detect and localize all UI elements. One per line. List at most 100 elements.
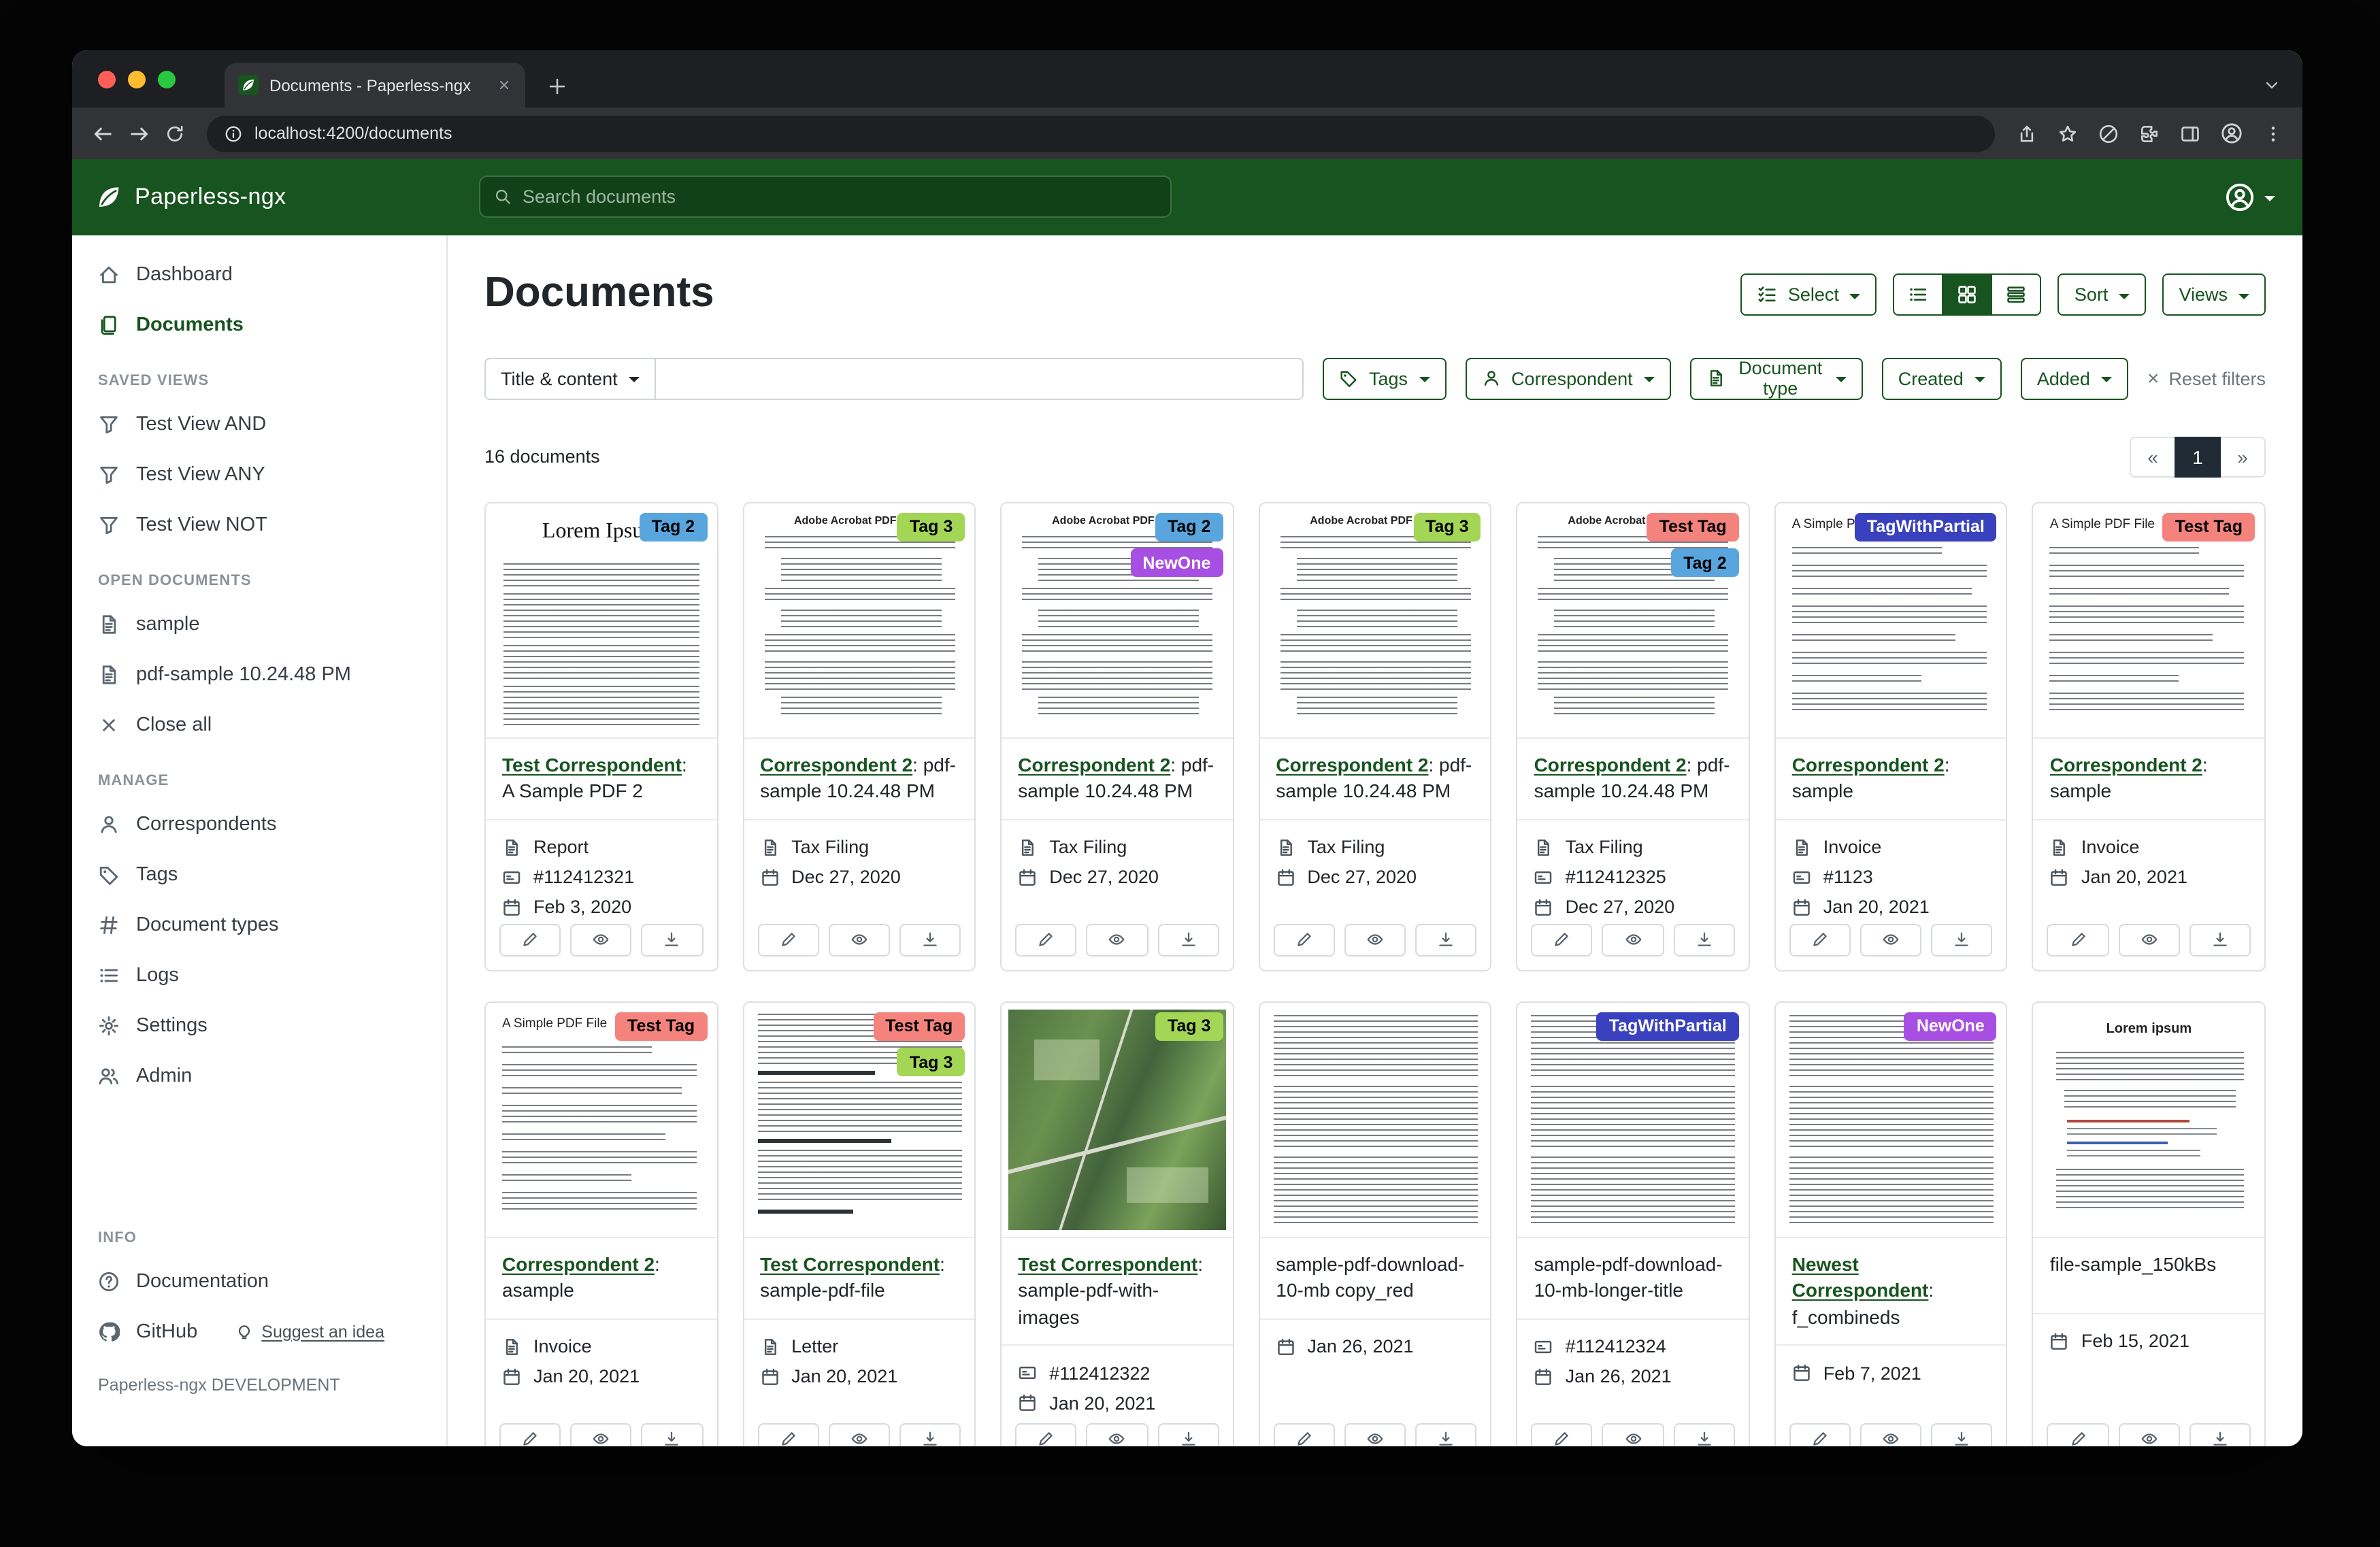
window-zoom-button[interactable] bbox=[158, 71, 176, 88]
sidebar-item-test-view-and[interactable]: Test View AND bbox=[72, 399, 446, 449]
document-thumbnail[interactable]: A Simple PDF FileTest Tag bbox=[486, 1002, 716, 1237]
download-button[interactable] bbox=[642, 1423, 703, 1446]
preview-button[interactable] bbox=[1860, 1423, 1921, 1446]
sidebar-item-logs[interactable]: Logs bbox=[72, 950, 446, 1000]
edit-button[interactable] bbox=[2047, 1423, 2109, 1446]
correspondent-link[interactable]: Test Correspondent bbox=[502, 753, 682, 775]
correspondent-link[interactable]: Test Correspondent bbox=[760, 1252, 940, 1274]
tag-badge-tag-2[interactable]: Tag 2 bbox=[1671, 548, 1738, 578]
download-button[interactable] bbox=[1931, 923, 1992, 956]
document-card[interactable]: NewOne Newest Correspondent: f_combineds… bbox=[1774, 1001, 2008, 1446]
download-button[interactable] bbox=[1157, 923, 1219, 956]
pagination-next[interactable]: » bbox=[2219, 436, 2266, 477]
download-button[interactable] bbox=[1673, 923, 1734, 956]
search-input[interactable] bbox=[523, 186, 1157, 207]
sidebar-item-document-types[interactable]: Document types bbox=[72, 899, 446, 950]
preview-button[interactable] bbox=[1860, 923, 1921, 956]
sidebar-item-documents[interactable]: Documents bbox=[72, 299, 446, 350]
tag-badge-test-tag[interactable]: Test Tag bbox=[1647, 512, 1739, 542]
edit-button[interactable] bbox=[757, 1423, 819, 1446]
document-card[interactable]: Adobe Acrobat PDF FilesTag 2NewOne Corre… bbox=[1000, 501, 1234, 971]
document-thumbnail[interactable]: TagWithPartial bbox=[1518, 1002, 1749, 1237]
document-card[interactable]: Adobe Acrobat PDF FilesTest TagTag 2 Cor… bbox=[1517, 501, 1750, 971]
edit-button[interactable] bbox=[1789, 1423, 1851, 1446]
document-thumbnail[interactable]: Test Tag Tag 3 bbox=[744, 1002, 974, 1237]
preview-button[interactable] bbox=[2118, 923, 2179, 956]
document-card[interactable]: sample-pdf-download-10-mb copy_red Jan 2… bbox=[1258, 1001, 1491, 1446]
edit-button[interactable] bbox=[1532, 1423, 1593, 1446]
sidebar-item-dashboard[interactable]: Dashboard bbox=[72, 249, 446, 299]
sidebar-item-tags[interactable]: Tags bbox=[72, 849, 446, 899]
created-filter-dropdown[interactable]: Created bbox=[1882, 357, 2002, 399]
download-button[interactable] bbox=[2189, 1423, 2251, 1446]
filter-field-dropdown[interactable]: Title & content bbox=[484, 357, 656, 399]
tab-close-icon[interactable] bbox=[497, 78, 512, 93]
correspondent-link[interactable]: Correspondent 2 bbox=[1534, 753, 1687, 775]
document-card[interactable]: Test TagTag 3 Test Correspondent: sample… bbox=[742, 1001, 976, 1446]
correspondent-link[interactable]: Newest Correspondent bbox=[1792, 1252, 1929, 1301]
preview-button[interactable] bbox=[570, 1423, 631, 1446]
tag-badge-tag-3[interactable]: Tag 3 bbox=[897, 512, 965, 542]
tag-badge-tag-3[interactable]: Tag 3 bbox=[897, 1048, 965, 1077]
document-card[interactable]: Tag 3 Test Correspondent: sample-pdf-wit… bbox=[1000, 1001, 1234, 1446]
document-card[interactable]: Lorem IpsumTag 2 Test Correspondent: A S… bbox=[484, 501, 718, 971]
tag-badge-tagwithpartial[interactable]: TagWithPartial bbox=[1855, 512, 1997, 542]
tag-badge-test-tag[interactable]: Test Tag bbox=[2163, 512, 2255, 542]
document-thumbnail[interactable]: A Simple PDF FileTagWithPartial bbox=[1776, 503, 2006, 738]
sort-dropdown[interactable]: Sort bbox=[2058, 273, 2147, 316]
document-card[interactable]: A Simple PDF FileTest Tag Correspondent … bbox=[2032, 501, 2266, 971]
edit-button[interactable] bbox=[1015, 923, 1076, 956]
back-button[interactable] bbox=[91, 122, 114, 145]
window-minimize-button[interactable] bbox=[128, 71, 146, 88]
document-card[interactable]: A Simple PDF FileTest Tag Correspondent … bbox=[484, 1001, 718, 1446]
edit-button[interactable] bbox=[499, 923, 561, 956]
download-button[interactable] bbox=[899, 1423, 961, 1446]
download-button[interactable] bbox=[642, 923, 703, 956]
correspondent-link[interactable]: Test Correspondent bbox=[1018, 1252, 1197, 1274]
tab-search-icon[interactable] bbox=[2263, 76, 2281, 94]
tags-filter-dropdown[interactable]: Tags bbox=[1323, 357, 1446, 399]
added-filter-dropdown[interactable]: Added bbox=[2021, 357, 2128, 399]
correspondent-link[interactable]: Correspondent 2 bbox=[1792, 753, 1945, 775]
document-type-filter-dropdown[interactable]: Document type bbox=[1690, 357, 1863, 399]
document-thumbnail[interactable]: NewOne bbox=[1776, 1002, 2006, 1237]
correspondent-link[interactable]: Correspondent 2 bbox=[1276, 753, 1428, 775]
edit-button[interactable] bbox=[1015, 1423, 1076, 1446]
reader-mode-icon[interactable] bbox=[2098, 123, 2119, 144]
correspondent-filter-dropdown[interactable]: Correspondent bbox=[1465, 357, 1671, 399]
edit-button[interactable] bbox=[1789, 923, 1851, 956]
extensions-icon[interactable] bbox=[2139, 123, 2160, 144]
preview-button[interactable] bbox=[1087, 1423, 1148, 1446]
forward-button[interactable] bbox=[128, 122, 151, 145]
preview-button[interactable] bbox=[829, 923, 890, 956]
download-button[interactable] bbox=[1157, 1423, 1219, 1446]
filter-text-input[interactable] bbox=[656, 357, 1304, 399]
share-icon[interactable] bbox=[2017, 123, 2037, 144]
sidebar-item-github[interactable]: GitHubSuggest an idea bbox=[72, 1306, 446, 1357]
document-card[interactable]: A Simple PDF FileTagWithPartial Correspo… bbox=[1774, 501, 2008, 971]
site-info-icon[interactable] bbox=[225, 124, 242, 142]
sidebar-item-settings[interactable]: Settings bbox=[72, 1000, 446, 1050]
tag-badge-tag-2[interactable]: Tag 2 bbox=[640, 512, 707, 542]
document-card[interactable]: TagWithPartial sample-pdf-download-10-mb… bbox=[1517, 1001, 1750, 1446]
view-list-button[interactable] bbox=[1894, 273, 1944, 316]
document-thumbnail[interactable]: Adobe Acrobat PDF FilesTest TagTag 2 bbox=[1518, 503, 1749, 738]
download-button[interactable] bbox=[1931, 1423, 1992, 1446]
window-close-button[interactable] bbox=[98, 71, 116, 88]
download-button[interactable] bbox=[899, 923, 961, 956]
new-tab-button[interactable] bbox=[547, 76, 567, 97]
split-view-icon[interactable] bbox=[2180, 123, 2200, 144]
browser-profile-icon[interactable] bbox=[2221, 122, 2243, 144]
tag-badge-newone[interactable]: NewOne bbox=[1904, 1012, 1997, 1041]
browser-menu-icon[interactable] bbox=[2263, 123, 2283, 144]
document-card[interactable]: Adobe Acrobat PDF FilesTag 3 Corresponde… bbox=[1258, 501, 1491, 971]
tag-badge-newone[interactable]: NewOne bbox=[1130, 548, 1223, 578]
tag-badge-test-tag[interactable]: Test Tag bbox=[873, 1012, 965, 1041]
sidebar-item-test-view-any[interactable]: Test View ANY bbox=[72, 449, 446, 499]
browser-tab[interactable]: Documents - Paperless-ngx bbox=[225, 63, 525, 107]
download-button[interactable] bbox=[1415, 1423, 1476, 1446]
sidebar-item-sample[interactable]: sample bbox=[72, 599, 446, 649]
preview-button[interactable] bbox=[829, 1423, 890, 1446]
document-thumbnail[interactable]: A Simple PDF FileTest Tag bbox=[2034, 503, 2264, 738]
reload-button[interactable] bbox=[165, 123, 185, 144]
